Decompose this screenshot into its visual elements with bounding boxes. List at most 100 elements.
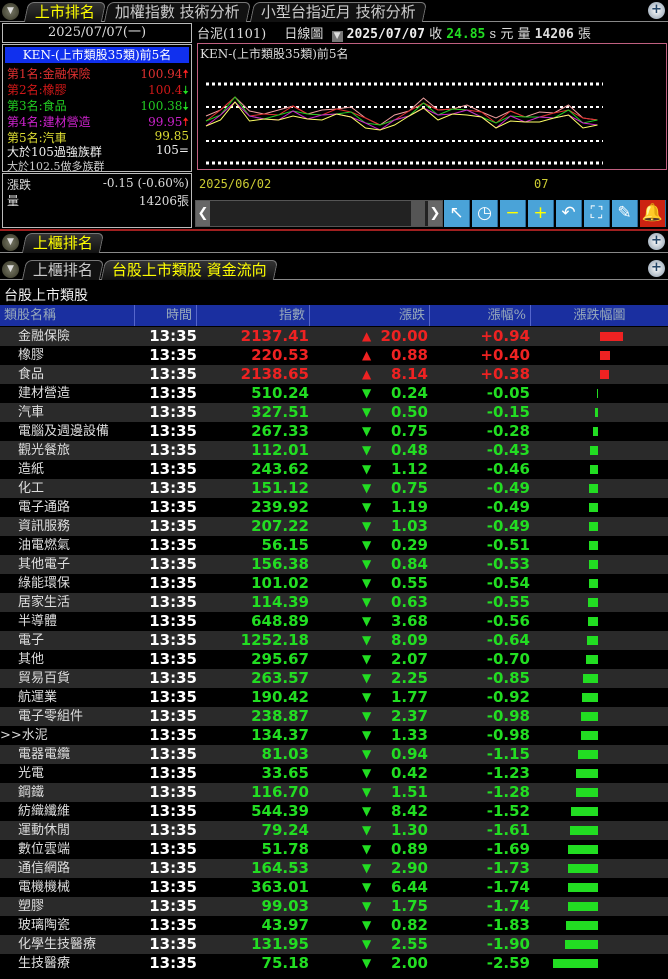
otc-tab-bar: ▼ 上櫃排名 + [0,231,668,253]
bottom-tab-bar: ▼ 上櫃排名 台股上市類股 資金流向 + [0,258,668,280]
dropdown-icon[interactable]: ▼ [2,261,19,278]
zoom-icon[interactable]: + [648,260,665,277]
col-time[interactable]: 時間 [135,305,197,326]
col-index[interactable]: 指數 [197,305,310,326]
undo-icon[interactable]: ↶ [556,200,582,227]
change-bar [589,522,598,531]
table-row[interactable]: 建材營造 13:35 510.24 ▼ 0.24 -0.05 [0,384,668,403]
scroll-thumb[interactable] [411,201,425,226]
tab-otc-ranking-2[interactable]: 上櫃排名 [21,260,105,280]
table-row[interactable]: 化學生技醫療 13:35 131.95 ▼ 2.55 -1.90 [0,935,668,954]
table-row[interactable]: 化工 13:35 151.12 ▼ 0.75 -0.49 [0,479,668,498]
index-value: 267.33 [251,422,309,440]
table-row[interactable]: 紡織纖維 13:35 544.39 ▼ 8.42 -1.52 [0,802,668,821]
table-row[interactable]: 橡膠 13:35 220.53 ▲ 0.88 +0.40 [0,346,668,365]
arrow-down-icon: ▼ [362,576,372,590]
table-row[interactable]: 玻璃陶瓷 13:35 43.97 ▼ 0.82 -1.83 [0,916,668,935]
arrow-down-icon: ▼ [362,633,372,647]
change-value: ▼ 0.50 [362,403,428,421]
table-row[interactable]: 鋼鐵 13:35 116.70 ▼ 1.51 -1.28 [0,783,668,802]
table-row[interactable]: 數位雲端 13:35 51.78 ▼ 0.89 -1.69 [0,840,668,859]
table-row[interactable]: 金融保險 13:35 2137.41 ▲ 20.00 +0.94 [0,327,668,346]
table-row[interactable]: 電子通路 13:35 239.92 ▼ 1.19 -0.49 [0,498,668,517]
col-change[interactable]: 漲跌 [310,305,430,326]
table-row[interactable]: 貿易百貨 13:35 263.57 ▼ 2.25 -0.85 [0,669,668,688]
change-value: ▼ 0.75 [362,422,428,440]
sector-name: 電子零組件 [18,709,84,724]
table-row[interactable]: 通信網路 13:35 164.53 ▼ 2.90 -1.73 [0,859,668,878]
table-row[interactable]: 居家生活 13:35 114.39 ▼ 0.63 -0.55 [0,593,668,612]
change-value: ▲ 8.14 [362,365,428,383]
change-pct: -1.90 [486,935,530,953]
scroll-right-icon[interactable]: ❯ [428,201,442,226]
change-value: ▼ 2.37 [362,707,428,725]
sector-name: 半導體 [18,614,58,629]
table-row[interactable]: 油電燃氣 13:35 56.15 ▼ 0.29 -0.51 [0,536,668,555]
table-row[interactable]: 食品 13:35 2138.65 ▲ 8.14 +0.38 [0,365,668,384]
scroll-left-icon[interactable]: ❮ [196,201,210,226]
table-row[interactable]: 造紙 13:35 243.62 ▼ 1.12 -0.46 [0,460,668,479]
col-change-chart[interactable]: 漲跌幅圖 [531,305,668,326]
change-value: ▼ 1.33 [362,726,428,744]
table-row[interactable]: 其他 13:35 295.67 ▼ 2.07 -0.70 [0,650,668,669]
sector-name: 化學生技醫療 [18,937,97,952]
table-row[interactable]: 電子 13:35 1252.18 ▼ 8.09 -0.64 [0,631,668,650]
chart-scrollbar[interactable]: ❮ ❯ [195,200,443,227]
time: 13:35 [149,745,197,763]
table-row[interactable]: 運動休閒 13:35 79.24 ▼ 1.30 -1.61 [0,821,668,840]
time: 13:35 [149,517,197,535]
wrench-icon[interactable]: ✎ [612,200,638,227]
fit-icon[interactable]: ⛶ [584,200,610,227]
tab-taiex-analysis[interactable]: 加權指數 技術分析 [103,2,251,22]
change-value: ▼ 1.75 [362,897,428,915]
change-value: ▼ 1.19 [362,498,428,516]
zoom-in-icon[interactable]: + [528,200,554,227]
change-pct: -1.83 [486,916,530,934]
sector-name: 汽車 [18,405,45,420]
table-row[interactable]: 電器電纜 13:35 81.03 ▼ 0.94 -1.15 [0,745,668,764]
bell-icon[interactable]: 🔔 [640,200,666,227]
change-value: ▼ 0.29 [362,536,428,554]
zoom-icon[interactable]: + [648,233,665,250]
zoom-out-icon[interactable]: − [500,200,526,227]
table-row[interactable]: 光電 13:35 33.65 ▼ 0.42 -1.23 [0,764,668,783]
period-dropdown-icon[interactable]: ▼ [331,31,343,42]
index-value: 164.53 [251,859,309,877]
table-row[interactable]: 汽車 13:35 327.51 ▼ 0.50 -0.15 [0,403,668,422]
arrow-down-icon: ▼ [362,671,372,685]
change-bar [587,636,598,645]
time: 13:35 [149,460,197,478]
table-row[interactable]: 其他電子 13:35 156.38 ▼ 0.84 -0.53 [0,555,668,574]
tab-listed-ranking[interactable]: 上市排名 [23,2,107,22]
table-row[interactable]: 資訊服務 13:35 207.22 ▼ 1.03 -0.49 [0,517,668,536]
arrow-down-icon: ▼ [362,424,372,438]
table-row[interactable]: 塑膠 13:35 99.03 ▼ 1.75 -1.74 [0,897,668,916]
change-value: ▼ 0.84 [362,555,428,573]
dropdown-icon[interactable]: ▼ [2,3,19,20]
index-value: 544.39 [251,802,309,820]
table-row[interactable]: 電機機械 13:35 363.01 ▼ 6.44 -1.74 [0,878,668,897]
tab-mini-futures-analysis[interactable]: 小型台指近月 技術分析 [249,2,427,22]
change-bar [586,655,598,664]
change-pct: -0.05 [486,384,530,402]
table-row[interactable]: 觀光餐旅 13:35 112.01 ▼ 0.48 -0.43 [0,441,668,460]
dropdown-icon[interactable]: ▼ [2,234,19,251]
tab-sector-fund-flow[interactable]: 台股上市類股 資金流向 [100,260,278,280]
table-row[interactable]: 生技醫療 13:35 75.18 ▼ 2.00 -2.59 [0,954,668,973]
table-row[interactable]: 航運業 13:35 190.42 ▼ 1.77 -0.92 [0,688,668,707]
table-row[interactable]: 電腦及週邊設備 13:35 267.33 ▼ 0.75 -0.28 [0,422,668,441]
arrow-up-icon: ▲ [362,367,372,381]
zoom-icon[interactable]: + [648,2,665,19]
col-name[interactable]: 類股名稱 [0,305,135,326]
index-value: 327.51 [251,403,309,421]
table-row[interactable]: 半導體 13:35 648.89 ▼ 3.68 -0.56 [0,612,668,631]
table-row[interactable]: >>水泥 13:35 134.37 ▼ 1.33 -0.98 [0,726,668,745]
clock-icon[interactable]: ◷ [472,200,498,227]
col-change-pct[interactable]: 漲幅% [430,305,531,326]
index-value: 156.38 [251,555,309,573]
table-row[interactable]: 電子零組件 13:35 238.87 ▼ 2.37 -0.98 [0,707,668,726]
arrow-down-icon: ▼ [362,918,372,932]
cursor-icon[interactable]: ↖ [444,200,470,227]
tab-otc-ranking[interactable]: 上櫃排名 [21,233,105,253]
table-row[interactable]: 綠能環保 13:35 101.02 ▼ 0.55 -0.54 [0,574,668,593]
